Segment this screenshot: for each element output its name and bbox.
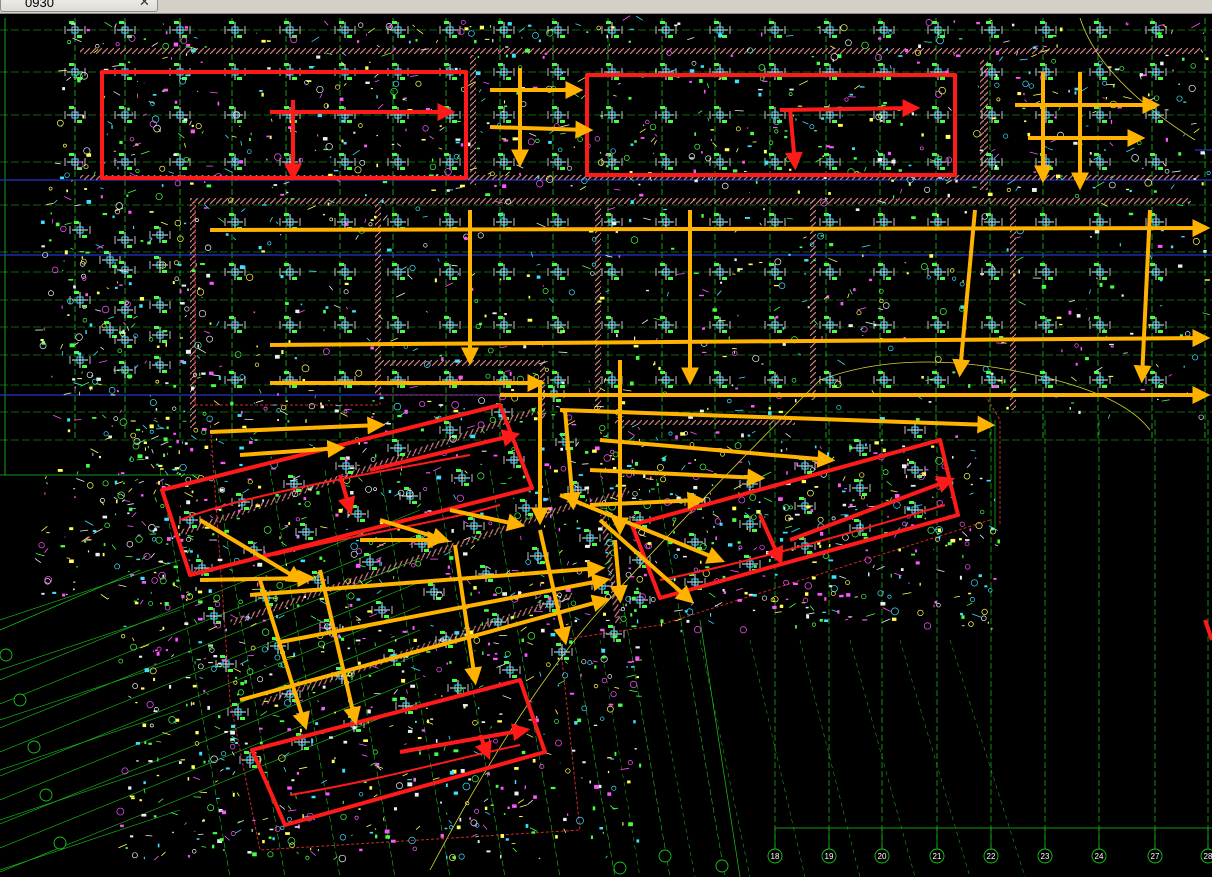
- orange-arrow: [199, 569, 316, 588]
- cad-drawing-canvas[interactable]: 18 19 20 21 22 23 24 27 28: [0, 14, 1212, 877]
- grid-axis-label: 23: [1041, 852, 1050, 861]
- hatch-wall: [80, 48, 1200, 54]
- grid-axis-label: 27: [1151, 852, 1160, 861]
- grid-axis-bubble: [13, 693, 27, 707]
- hatch-wall: [190, 198, 1190, 204]
- document-tab[interactable]: 0930 ✕: [0, 0, 158, 12]
- hatch-wall: [980, 60, 988, 190]
- grid-axis-label: 18: [771, 852, 780, 861]
- grid-axis-label: 20: [878, 852, 887, 861]
- grid-axis-bubble: [658, 849, 672, 863]
- hatch-wall: [1010, 200, 1016, 410]
- grid-axis-bubble: [27, 740, 41, 754]
- grid-axis-label: 19: [825, 852, 834, 861]
- grid-axis-label: 24: [1095, 852, 1104, 861]
- close-icon[interactable]: ✕: [139, 0, 150, 10]
- grid-axis-bubble: [715, 859, 729, 873]
- grid-axis-label: 21: [933, 852, 942, 861]
- orange-arrow: [209, 219, 1211, 238]
- grid-axis-label: 28: [1204, 852, 1212, 861]
- grid-axis-bubble: [0, 648, 13, 662]
- hatch-wall: [380, 360, 540, 366]
- grid-axis-bubble: [613, 861, 627, 875]
- hatch-wall: [595, 200, 601, 410]
- document-tab-title: 0930: [25, 0, 54, 10]
- grid-axis-bubble: [53, 836, 67, 850]
- hatch-wall: [470, 55, 476, 185]
- hatch-wall: [615, 420, 795, 425]
- grid-axis-label: 22: [987, 852, 996, 861]
- red-arrow: [779, 99, 921, 118]
- grid-axis-bubble: [39, 788, 53, 802]
- document-tab-bar: 0930 ✕: [0, 0, 1212, 14]
